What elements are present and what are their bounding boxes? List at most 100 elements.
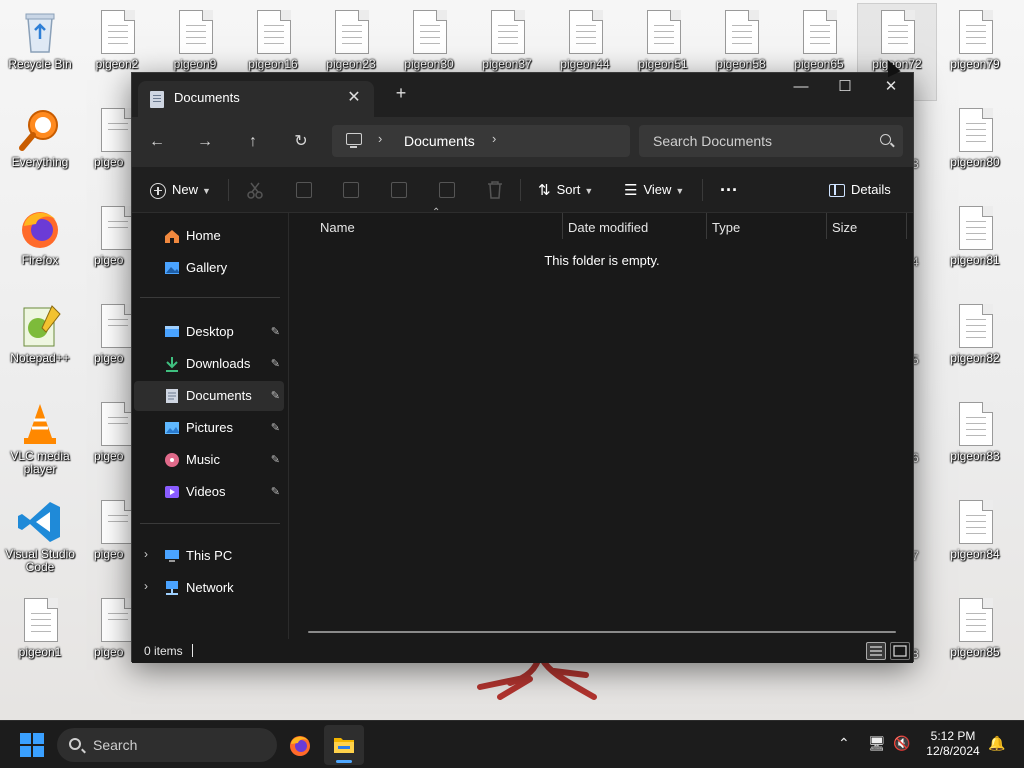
document-icon [327,8,375,56]
vscode-icon [16,498,64,546]
windows-logo-pane [33,746,44,757]
sidebar-item-desktop[interactable]: Desktop ✎ [134,317,284,347]
chevron-right-icon[interactable]: › [378,131,382,146]
desktop-icon-vlc[interactable]: VLC media player [1,396,79,492]
desktop-icon-notepadpp[interactable]: Notepad++ [1,298,79,394]
column-divider[interactable] [826,213,827,239]
column-header-name[interactable]: Name [320,213,355,243]
taskbar-file-explorer[interactable] [324,725,364,765]
desktop-icon-label: pigeon65 [794,57,844,71]
sidebar-item-videos[interactable]: Videos ✎ [134,477,284,507]
desktop-icon-label: pigeon83 [950,449,1000,463]
desktop-icon-label: Firefox [21,253,59,267]
breadcrumb[interactable]: › Documents › [332,125,630,157]
details-pane-button[interactable]: Details [829,175,891,205]
column-divider[interactable] [706,213,707,239]
desktop-icon-label: pigeon80 [950,155,1000,169]
pin-icon[interactable]: ✎ [271,389,280,402]
desktop-file-icon[interactable]: pigeon85 [936,592,1014,688]
pin-icon[interactable]: ✎ [271,485,280,498]
pin-icon[interactable]: ✎ [271,325,280,338]
videos-icon [164,484,180,500]
desktop-file-icon[interactable]: pigeon79 [936,4,1014,100]
forward-button[interactable]: → [191,129,219,157]
network-tray-icon[interactable]: 🖥 [868,735,886,752]
clock-time: 5:12 PM [930,729,976,743]
pin-icon[interactable]: ✎ [271,357,280,370]
maximize-button[interactable]: ☐ [822,73,868,103]
search-box[interactable]: Search Documents [639,125,903,157]
sidebar-item-gallery[interactable]: Gallery [134,253,284,283]
minimize-button[interactable]: — [778,73,824,103]
desktop-icon-label: pigeon16 [248,57,298,71]
chevron-right-icon[interactable]: › [144,579,148,593]
desktop-file-icon[interactable]: pigeon81 [936,200,1014,296]
column-header-type[interactable]: Type [712,213,740,243]
desktop-icon-label: pigeon44 [560,57,610,71]
tab-documents[interactable]: Documents ✕ [138,81,374,117]
desktop-icon-pigeon1[interactable]: pigeon1 [1,592,79,688]
volume-muted-icon[interactable]: 🔇 [893,735,910,752]
taskbar-firefox[interactable] [280,725,320,765]
desktop-file-icon[interactable]: pigeon84 [936,494,1014,590]
view-button[interactable]: ☰ View ▼ [624,175,684,205]
column-divider[interactable] [562,213,563,239]
details-view-icon[interactable] [866,642,886,660]
notification-bell-icon[interactable]: 🔔 [988,735,1005,752]
search-input[interactable]: Search Documents [653,133,772,149]
large-icons-view-icon[interactable] [890,642,910,660]
share-icon[interactable] [439,182,455,198]
back-button[interactable]: ← [143,129,171,157]
breadcrumb-documents[interactable]: Documents [404,133,475,149]
refresh-button[interactable]: ↻ [287,129,315,157]
paste-icon[interactable] [343,182,359,198]
desktop-file-icon[interactable]: pigeon80 [936,102,1014,198]
new-button-label: New [172,182,199,197]
desktop-icon-label: pigeon23 [326,57,376,71]
cut-icon[interactable] [246,181,264,199]
delete-icon[interactable] [487,181,503,199]
desktop-file-icon[interactable]: pigeon82 [936,298,1014,394]
notepadpp-icon [16,302,64,350]
document-icon [873,8,921,56]
tab-close-button[interactable]: ✕ [344,87,364,107]
desktop-icon-firefox[interactable]: Firefox [1,200,79,296]
desktop-icon-recycle-bin[interactable]: Recycle Bin [1,4,79,100]
sidebar-item-label: This PC [186,548,233,563]
horizontal-scrollbar[interactable] [308,631,896,633]
document-icon [795,8,843,56]
show-hidden-icons-icon[interactable]: ⌃ [838,735,850,752]
sort-button[interactable]: ⇅ Sort ▼ [538,175,593,205]
tab-title: Documents [174,90,240,105]
start-button[interactable] [20,733,44,757]
more-options-button[interactable]: ··· [720,175,738,205]
close-window-button[interactable]: ✕ [868,73,914,103]
system-clock[interactable]: 5:12 PM 12/8/2024 [920,729,986,759]
column-header-date-modified[interactable]: Date modified [568,213,648,243]
sidebar-item-pictures[interactable]: Pictures ✎ [134,413,284,443]
up-button[interactable]: ↑ [239,129,267,157]
new-button[interactable]: New ▼ [150,175,211,205]
desktop-icon-everything[interactable]: Everything [1,102,79,198]
chevron-right-icon[interactable]: › [144,547,148,561]
pin-icon[interactable]: ✎ [271,453,280,466]
address-bar: ← → ↑ ↻ › Documents › Search Documents [132,117,913,167]
desktop-icon-vscode[interactable]: Visual Studio Code [1,494,79,590]
desktop-icon-label: pigeon9 [173,57,217,71]
sidebar-item-network[interactable]: › Network [134,573,284,603]
desktop-file-icon[interactable]: pigeon83 [936,396,1014,492]
column-divider[interactable] [906,213,907,239]
sidebar-item-downloads[interactable]: Downloads ✎ [134,349,284,379]
sidebar-item-home[interactable]: Home [134,221,284,251]
rename-icon[interactable] [391,182,407,198]
sidebar-item-music[interactable]: Music ✎ [134,445,284,475]
taskbar-search[interactable]: Search [57,728,277,762]
pin-icon[interactable]: ✎ [271,421,280,434]
chevron-right-icon[interactable]: › [492,131,496,146]
column-header-size[interactable]: Size [832,213,857,243]
copy-icon[interactable] [296,182,312,198]
sidebar-item-this-pc[interactable]: › This PC [134,541,284,571]
sidebar-item-documents[interactable]: Documents ✎ [134,381,284,411]
document-icon [561,8,609,56]
new-tab-button[interactable]: + [388,83,414,104]
